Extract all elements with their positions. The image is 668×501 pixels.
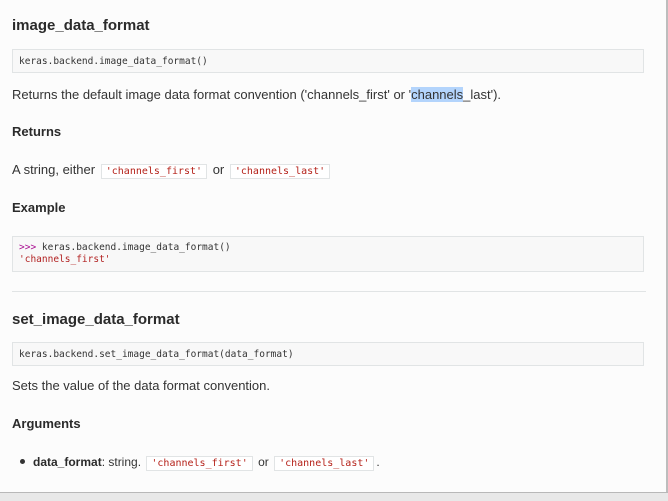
arg-type: : string. [101, 455, 142, 469]
example-code-line: >>> keras.backend.image_data_format() [19, 242, 637, 254]
arg-end: . [376, 455, 380, 469]
returns-text: A string, either 'channels_first' or 'ch… [12, 162, 332, 179]
description-part2: _last'). [463, 87, 502, 102]
description-part1: Returns the default image data format co… [12, 87, 412, 102]
example-code-block: >>> keras.backend.image_data_format() 'c… [12, 236, 644, 272]
signature-code-block: keras.backend.image_data_format() [12, 49, 644, 73]
example-code: keras.backend.image_data_format() [36, 242, 231, 253]
arguments-heading: Arguments [12, 416, 81, 431]
section-title-set-image-data-format: set_image_data_format [12, 311, 180, 328]
arg-inline-code-channels-first: 'channels_first' [146, 456, 253, 471]
arg-or: or [258, 455, 269, 469]
returns-prefix: A string, either [12, 162, 96, 177]
returns-heading: Returns [12, 124, 62, 139]
example-heading: Example [12, 200, 66, 215]
arg-name: data_format [33, 455, 102, 469]
prompt-symbol: >>> [19, 242, 37, 253]
section-title-image-data-format: image_data_format [12, 17, 150, 34]
inline-code-channels-first: 'channels_first' [100, 164, 208, 179]
example-output: 'channels_first' [19, 254, 111, 265]
set-description-text: Sets the value of the data format conven… [12, 378, 270, 393]
inline-code-channels-last: 'channels_last' [229, 164, 331, 179]
set-signature-code-block: keras.backend.set_image_data_format(data… [12, 342, 644, 366]
set-signature-code: keras.backend.set_image_data_format(data… [19, 349, 294, 360]
selected-text[interactable]: channels [411, 87, 464, 102]
returns-or: or [212, 162, 225, 177]
arg-inline-code-channels-last: 'channels_last' [274, 456, 375, 471]
bullet-icon [20, 459, 25, 465]
argument-item-data-format: data_format: string. 'channels_first' or… [12, 455, 380, 471]
section-divider [12, 291, 646, 292]
description-text: Returns the default image data format co… [12, 87, 501, 102]
arguments-list: data_format: string. 'channels_first' or… [12, 455, 380, 471]
signature-code: keras.backend.image_data_format() [19, 56, 208, 67]
